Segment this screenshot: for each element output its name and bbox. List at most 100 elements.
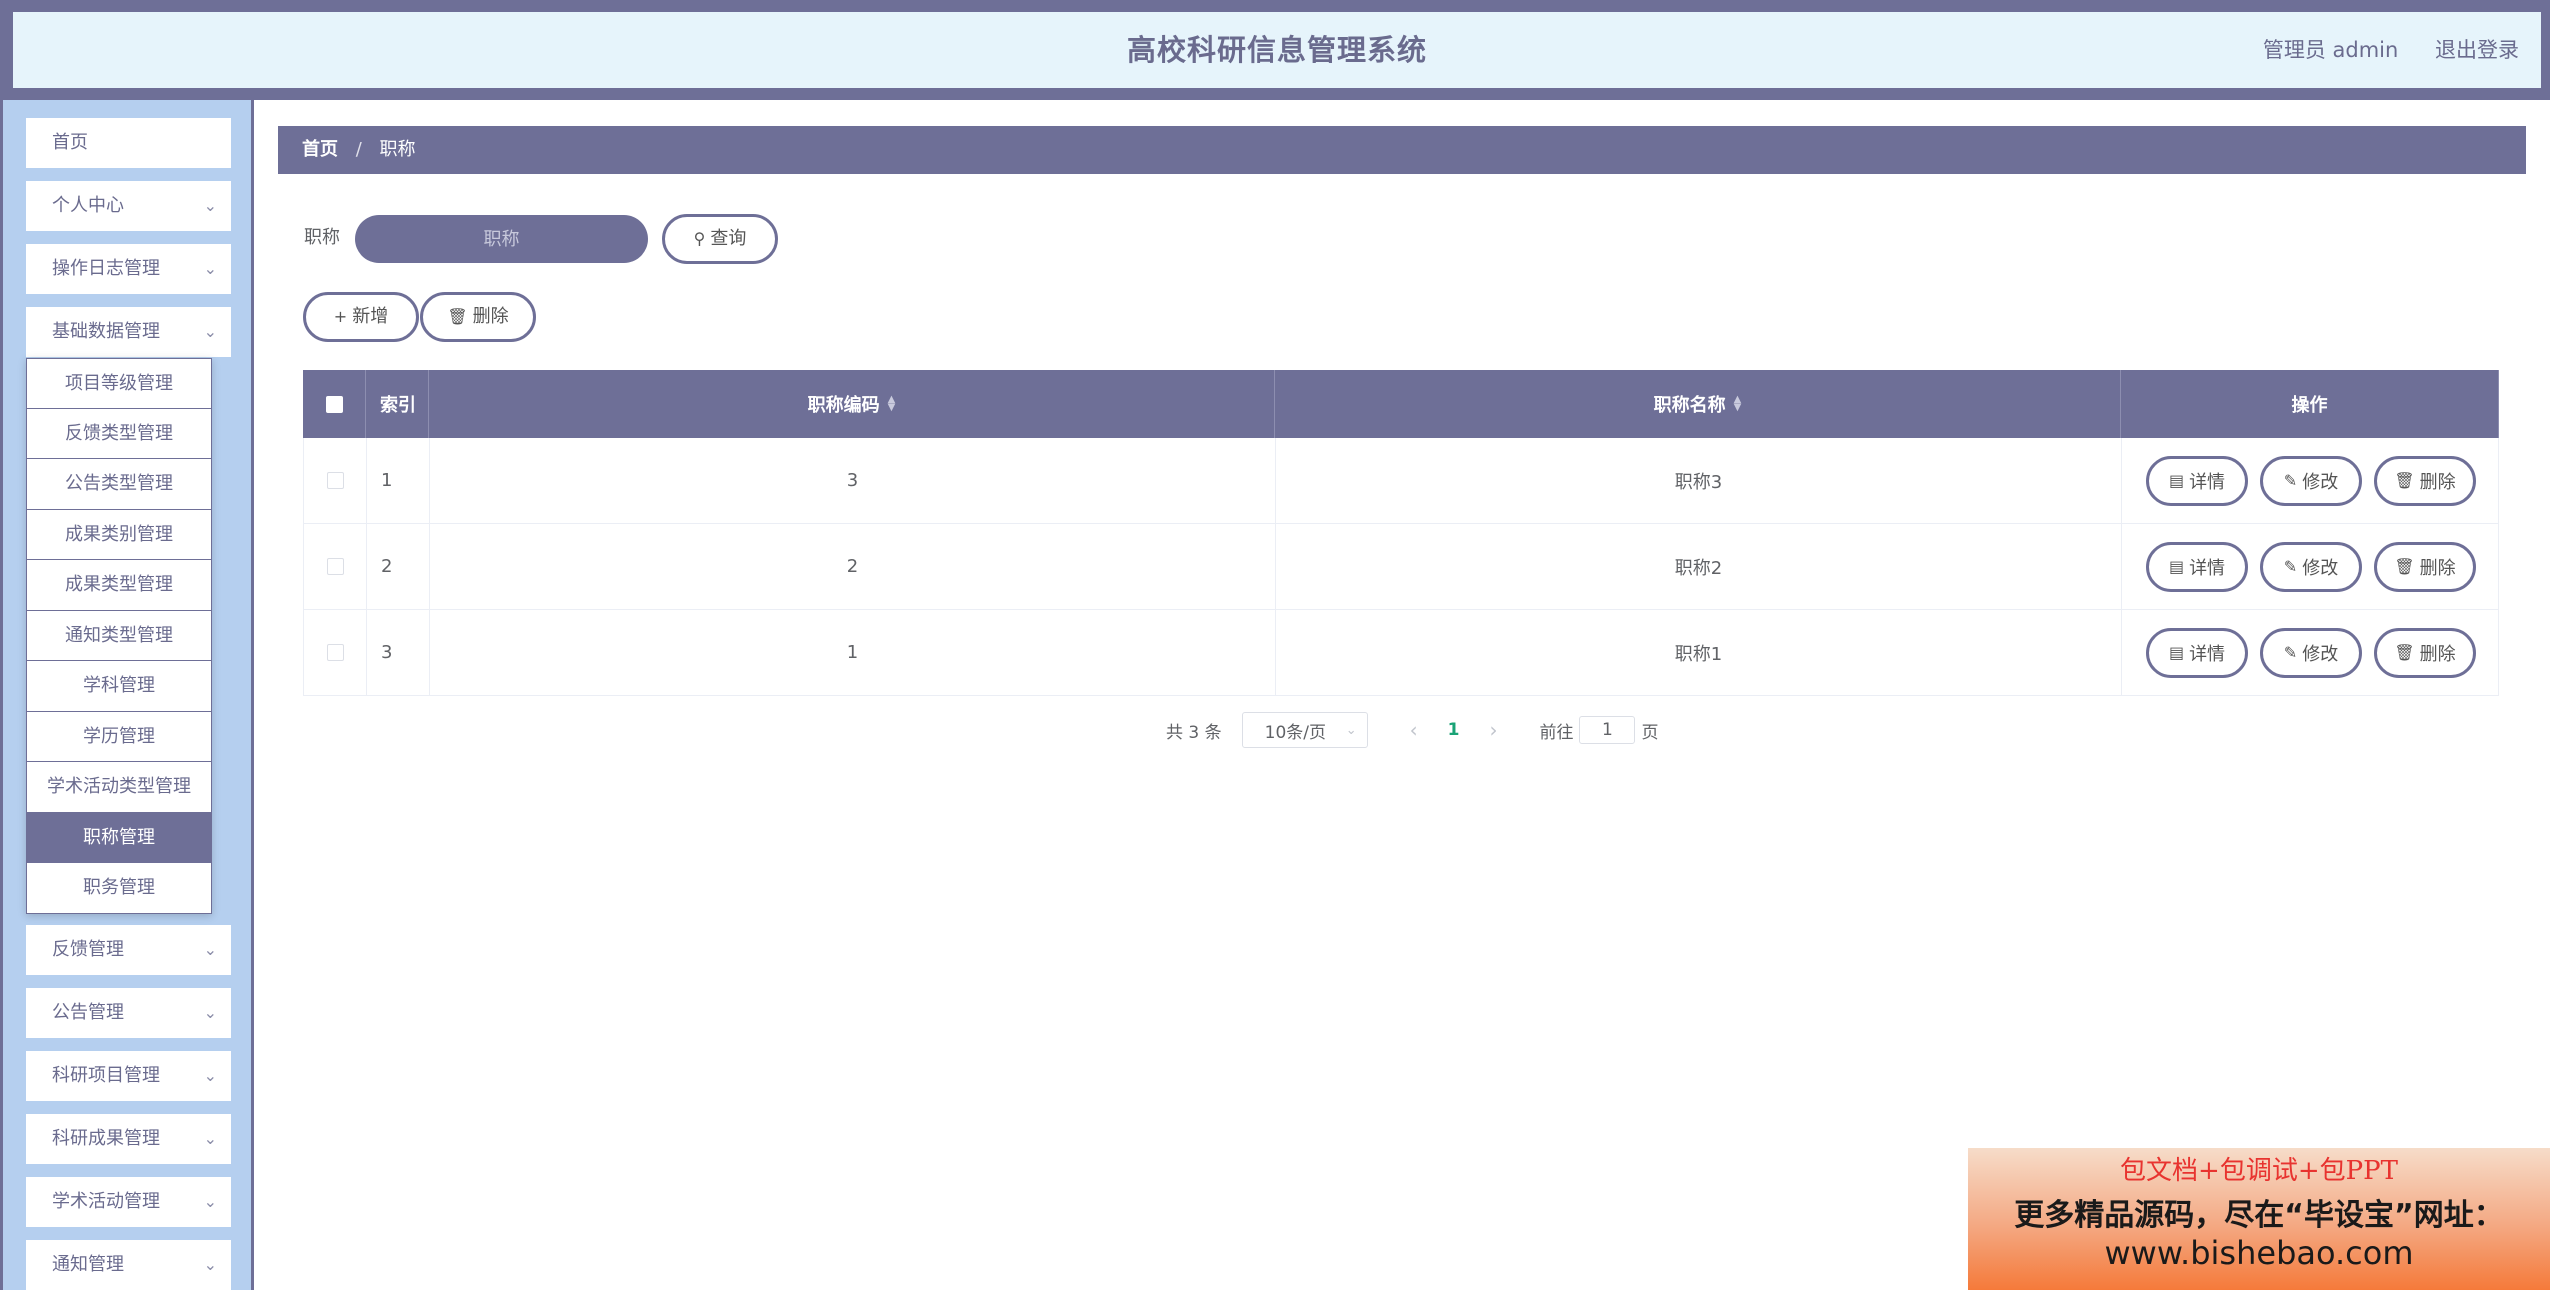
- page-number-current[interactable]: 1: [1448, 720, 1460, 740]
- edit-icon: ✎: [2283, 643, 2298, 662]
- row-checkbox[interactable]: [326, 558, 344, 575]
- row-name: 职称2: [1276, 524, 2122, 609]
- next-page-icon[interactable]: ›: [1489, 718, 1497, 742]
- sidebar-item-label: 个人中心: [52, 195, 124, 216]
- chevron-down-icon: ⌄: [203, 940, 217, 959]
- edit-button[interactable]: ✎ 修改: [2260, 541, 2362, 592]
- submenu-item-feedback-type[interactable]: 反馈类型管理: [26, 408, 212, 459]
- document-icon: ▤: [2168, 643, 2185, 662]
- submenu-item-notification-type[interactable]: 通知类型管理: [26, 610, 212, 661]
- row-actions: ▤ 详情 ✎ 修改 🗑 删除: [2122, 524, 2500, 609]
- goto-suffix: 页: [1641, 722, 1659, 743]
- edit-button[interactable]: ✎ 修改: [2260, 455, 2362, 506]
- row-checkbox[interactable]: [326, 644, 344, 661]
- edit-button-label: 修改: [2302, 471, 2339, 493]
- current-user-label: 管理员 admin: [2262, 38, 2399, 62]
- search-icon: ⚲: [693, 229, 706, 248]
- breadcrumb-separator: /: [355, 139, 362, 160]
- column-header-code[interactable]: 职称编码 ▲ ▼: [429, 370, 1275, 438]
- edit-button-label: 修改: [2302, 557, 2339, 579]
- delete-button[interactable]: 🗑 删除: [2374, 455, 2476, 506]
- sidebar-item-research-result[interactable]: 科研成果管理 ⌄: [26, 1114, 231, 1164]
- detail-button[interactable]: ▤ 详情: [2146, 455, 2248, 506]
- sidebar-item-label: 反馈管理: [52, 939, 124, 960]
- page-size-value: 10条/页: [1264, 722, 1326, 743]
- top-header: 高校科研信息管理系统 管理员 admin 退出登录: [13, 12, 2541, 88]
- row-code: 1: [430, 610, 1276, 695]
- batch-delete-button[interactable]: 🗑 删除: [420, 292, 536, 342]
- chevron-down-icon: ⌄: [203, 1129, 217, 1148]
- title-search-input[interactable]: [355, 215, 648, 263]
- query-button-label: 查询: [710, 228, 747, 249]
- sidebar-item-label: 通知管理: [52, 1254, 124, 1275]
- select-all-checkbox[interactable]: [325, 395, 343, 413]
- submenu-item-result-type[interactable]: 成果类型管理: [26, 560, 212, 611]
- submenu-item-notice-type[interactable]: 公告类型管理: [26, 459, 212, 510]
- row-checkbox[interactable]: [326, 472, 344, 489]
- watermark-line-1: 包文档+包调试+包PPT: [2120, 1156, 2398, 1186]
- delete-button[interactable]: 🗑 删除: [2374, 627, 2476, 678]
- sort-icon[interactable]: ▲ ▼: [888, 395, 896, 413]
- trash-icon: 🗑: [2394, 471, 2415, 490]
- submenu-item-project-level[interactable]: 项目等级管理: [26, 358, 212, 409]
- app-title: 高校科研信息管理系统: [1126, 33, 1427, 67]
- chevron-down-icon: ⌄: [203, 1192, 217, 1211]
- plus-icon: +: [333, 307, 348, 326]
- sidebar-item-label: 科研成果管理: [52, 1128, 160, 1149]
- batch-delete-button-label: 删除: [472, 306, 509, 327]
- column-header-name-label: 职称名称: [1653, 395, 1726, 416]
- row-checkbox-cell: [304, 438, 367, 523]
- sidebar-item-notification[interactable]: 通知管理 ⌄: [26, 1240, 231, 1290]
- page-size-select[interactable]: 10条/页 ⌄: [1241, 712, 1368, 748]
- promo-watermark: 包文档+包调试+包PPT 更多精品源码，尽在“毕设宝”网址： www.bishe…: [1968, 1148, 2550, 1290]
- table-header-row: 索引 职称编码 ▲ ▼ 职称名称 ▲ ▼ 操作: [303, 370, 2499, 438]
- title-table: 索引 职称编码 ▲ ▼ 职称名称 ▲ ▼ 操作 1 3 职称3 ▤ 详情 ✎ 修改 🗑 删…: [303, 370, 2499, 696]
- add-button[interactable]: + 新增: [303, 292, 419, 342]
- prev-page-icon[interactable]: ‹: [1410, 718, 1418, 742]
- submenu-item-academic-activity-type[interactable]: 学术活动类型管理: [26, 762, 212, 813]
- sort-icon[interactable]: ▲ ▼: [1734, 395, 1742, 413]
- sidebar-item-home[interactable]: 首页: [26, 118, 231, 168]
- sidebar-item-research-project[interactable]: 科研项目管理 ⌄: [26, 1051, 231, 1101]
- row-code: 2: [430, 524, 1276, 609]
- sidebar-item-academic-activity[interactable]: 学术活动管理 ⌄: [26, 1177, 231, 1227]
- submenu-item-result-category[interactable]: 成果类别管理: [26, 509, 212, 560]
- goto-page-input[interactable]: [1579, 716, 1636, 744]
- row-checkbox-cell: [304, 524, 367, 609]
- column-header-name[interactable]: 职称名称 ▲ ▼: [1275, 370, 2121, 438]
- submenu-item-position[interactable]: 职务管理: [26, 863, 212, 914]
- table-row: 2 2 职称2 ▤ 详情 ✎ 修改 🗑 删除: [303, 524, 2499, 610]
- edit-icon: ✎: [2283, 557, 2298, 576]
- table-row: 1 3 职称3 ▤ 详情 ✎ 修改 🗑 删除: [303, 438, 2499, 524]
- breadcrumb-home[interactable]: 首页: [302, 139, 338, 160]
- submenu-item-education[interactable]: 学历管理: [26, 711, 212, 762]
- logout-link[interactable]: 退出登录: [2435, 38, 2519, 62]
- query-button[interactable]: ⚲ 查询: [662, 214, 778, 264]
- trash-icon: 🗑: [447, 307, 468, 326]
- row-index: 2: [367, 524, 430, 609]
- sidebar-item-feedback[interactable]: 反馈管理 ⌄: [26, 925, 231, 975]
- detail-button-label: 详情: [2189, 471, 2226, 493]
- detail-button[interactable]: ▤ 详情: [2146, 627, 2248, 678]
- sidebar-item-operation-log[interactable]: 操作日志管理 ⌄: [26, 244, 231, 294]
- delete-button-label: 删除: [2419, 557, 2456, 579]
- breadcrumb: 首页 / 职称: [278, 126, 2526, 174]
- row-index: 3: [367, 610, 430, 695]
- sidebar-item-announcement[interactable]: 公告管理 ⌄: [26, 988, 231, 1038]
- document-icon: ▤: [2168, 471, 2185, 490]
- submenu-item-subject[interactable]: 学科管理: [26, 661, 212, 712]
- edit-button-label: 修改: [2302, 643, 2339, 665]
- table-row: 3 1 职称1 ▤ 详情 ✎ 修改 🗑 删除: [303, 610, 2499, 696]
- delete-button[interactable]: 🗑 删除: [2374, 541, 2476, 592]
- submenu-item-title[interactable]: 职称管理: [26, 812, 212, 863]
- delete-button-label: 删除: [2419, 643, 2456, 665]
- header-checkbox-cell: [303, 370, 366, 438]
- sidebar-item-label: 公告管理: [52, 1002, 124, 1023]
- chevron-down-icon: ⌄: [203, 196, 217, 215]
- chevron-down-icon: ⌄: [203, 322, 217, 341]
- edit-button[interactable]: ✎ 修改: [2260, 627, 2362, 678]
- sidebar-item-basic-data[interactable]: 基础数据管理 ⌄: [26, 307, 231, 357]
- sidebar-item-label: 基础数据管理: [52, 321, 160, 342]
- detail-button[interactable]: ▤ 详情: [2146, 541, 2248, 592]
- sidebar-item-personal-center[interactable]: 个人中心 ⌄: [26, 181, 231, 231]
